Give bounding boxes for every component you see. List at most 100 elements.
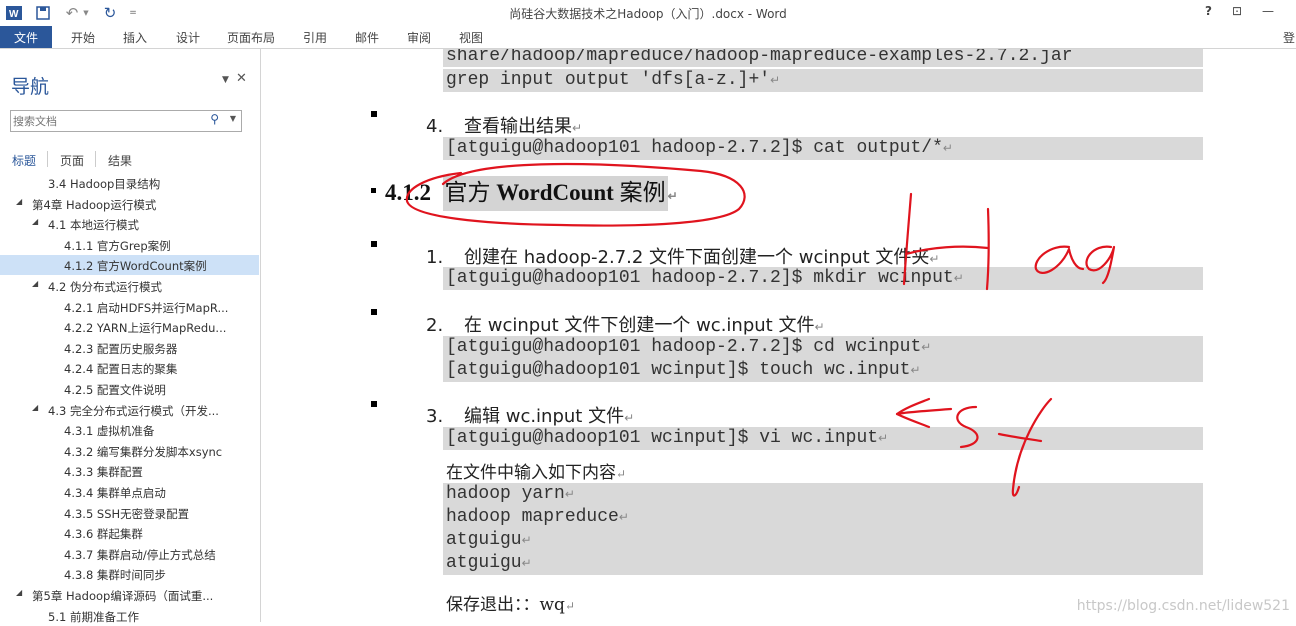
title-bar: W ↶ ▼ ↻ = 尚硅谷大数据技术之Hadoop（入门）.docx - Wor… xyxy=(0,0,1296,26)
search-input[interactable] xyxy=(13,112,203,130)
collapse-icon[interactable]: ◢ xyxy=(32,403,38,412)
ribbon-tabs: 文件 开始 插入 设计 页面布局 引用 邮件 审阅 视图 登 xyxy=(0,26,1296,49)
nav-heading-item[interactable]: ◢ 第5章 Hadoop编译源码（面试重... xyxy=(0,585,259,605)
code-line: [atguigu@hadoop101 wcinput]$ vi wc.input… xyxy=(443,427,1203,450)
paragraph-mark: ↵ xyxy=(910,364,921,378)
tab-headings[interactable]: 标题 xyxy=(12,152,36,169)
nav-heading-item[interactable]: 4.3.3 集群配置 xyxy=(0,461,259,481)
nav-heading-item[interactable]: 4.3.6 群起集群 xyxy=(0,523,259,543)
ribbon-display-button[interactable]: ⊡ xyxy=(1232,4,1242,18)
list-item: 3. 编辑 wc.input 文件↵ xyxy=(426,402,634,428)
code-text: hadoop yarn xyxy=(446,484,565,504)
nav-heading-item[interactable]: 4.3.7 集群启动/停止方式总结 xyxy=(0,544,259,564)
heading-text: 官方 WordCount 案例 xyxy=(442,176,668,211)
list-bullet xyxy=(371,401,377,407)
nav-heading-label: 4.1.2 官方WordCount案例 xyxy=(64,259,207,274)
nav-heading-label: 4.3.3 集群配置 xyxy=(64,465,143,480)
minimize-button[interactable]: — xyxy=(1262,4,1274,18)
navigation-pane: 导航 ▼ ✕ ⚲ ▼ 标题 页面 结果 3.4 Hadoop目录结构 ◢ 第4章 H… xyxy=(0,49,261,624)
tab-home[interactable]: 开始 xyxy=(71,29,95,46)
nav-heading-item[interactable]: ◢ 第4章 Hadoop运行模式 xyxy=(0,194,259,214)
nav-heading-label: 4.1 本地运行模式 xyxy=(48,218,139,233)
ink-arrow-left xyxy=(895,412,931,429)
code-line: [atguigu@hadoop101 hadoop-2.7.2]$ mkdir … xyxy=(443,267,1203,290)
tab-divider xyxy=(95,151,96,167)
nav-heading-item[interactable]: 3.4 Hadoop目录结构 xyxy=(0,173,259,193)
tab-design[interactable]: 设计 xyxy=(176,29,200,46)
tab-file[interactable]: 文件 xyxy=(0,26,52,48)
nav-heading-item[interactable]: 4.3.2 编写集群分发脚本xsync xyxy=(0,441,259,461)
search-icon[interactable]: ⚲ xyxy=(210,112,219,126)
tab-references[interactable]: 引用 xyxy=(303,29,327,46)
tab-review[interactable]: 审阅 xyxy=(407,29,431,46)
nav-heading-item[interactable]: 4.3.5 SSH无密登录配置 xyxy=(0,503,259,523)
heading-post: 案例 xyxy=(619,180,666,205)
nav-heading-item[interactable]: 4.1.2 官方WordCount案例 xyxy=(0,255,259,276)
nav-heading-label: 第4章 Hadoop运行模式 xyxy=(32,197,157,212)
paragraph-mark: ↵ xyxy=(953,272,964,286)
tab-page-layout[interactable]: 页面布局 xyxy=(227,29,275,46)
nav-heading-item[interactable]: 5.1 前期准备工作 xyxy=(0,606,259,626)
nav-heading-label: 4.3.1 虚拟机准备 xyxy=(64,424,155,439)
nav-heading-item[interactable]: 4.2.1 启动HDFS并运行MapR... xyxy=(0,297,259,317)
nav-heading-item[interactable]: ◢ 4.2 伪分布式运行模式 xyxy=(0,276,259,296)
nav-heading-item[interactable]: 4.2.5 配置文件说明 xyxy=(0,379,259,399)
paragraph-mark: ↵ xyxy=(624,411,635,425)
tab-mailings[interactable]: 邮件 xyxy=(355,29,379,46)
nav-heading-item[interactable]: 4.3.8 集群时间同步 xyxy=(0,564,259,584)
paragraph-mark: ↵ xyxy=(618,511,629,525)
collapse-icon[interactable]: ◢ xyxy=(16,588,22,597)
code-line: [atguigu@hadoop101 hadoop-2.7.2]$ cat ou… xyxy=(443,137,1203,160)
nav-heading-label: 4.3.8 集群时间同步 xyxy=(64,568,166,583)
nav-heading-label: 4.3.7 集群启动/停止方式总结 xyxy=(64,547,216,562)
nav-heading-item[interactable]: ◢ 4.1 本地运行模式 xyxy=(0,214,259,234)
window-title: 尚硅谷大数据技术之Hadoop（入门）.docx - Word xyxy=(509,7,787,21)
list-number: 1. xyxy=(426,247,444,268)
nav-heading-label: 4.1.1 官方Grep案例 xyxy=(64,238,171,253)
nav-heading-item[interactable]: 4.3.4 集群单点启动 xyxy=(0,482,259,502)
body-text: 在文件中输入如下内容↵ xyxy=(446,458,626,483)
paragraph-mark: ↵ xyxy=(814,320,825,334)
nav-heading-item[interactable]: ◢ 4.3 完全分布式运行模式（开发... xyxy=(0,400,259,420)
nav-title: 导航 xyxy=(11,76,50,98)
nav-heading-item[interactable]: 4.2.2 YARN上运行MapRedu... xyxy=(0,317,259,337)
code-line: hadoop mapreduce↵ xyxy=(443,506,1203,529)
paragraph-mark: ↵ xyxy=(667,189,678,203)
paragraph-mark: ↵ xyxy=(521,534,532,548)
tab-results[interactable]: 结果 xyxy=(108,152,132,169)
paragraph-mark: ↵ xyxy=(921,341,932,355)
list-item: 1. 创建在 hadoop-2.7.2 文件下面创建一个 wcinput 文件夹↵ xyxy=(426,243,939,269)
list-item: 2. 在 wcinput 文件下创建一个 wc.input 文件↵ xyxy=(426,311,825,337)
nav-options-icon[interactable]: ▼ xyxy=(222,75,229,85)
nav-heading-label: 4.3.6 群起集群 xyxy=(64,527,143,542)
help-button[interactable]: ? xyxy=(1205,4,1212,18)
body-text: 保存退出：：wq↵ xyxy=(446,590,575,615)
list-number: 4. xyxy=(426,116,444,137)
sign-in-link[interactable]: 登 xyxy=(1283,29,1295,46)
nav-heading-label: 5.1 前期准备工作 xyxy=(48,609,139,624)
code-text: [atguigu@hadoop101 wcinput]$ vi wc.input xyxy=(446,428,879,448)
code-line: atguigu↵ xyxy=(443,552,1203,575)
nav-heading-item[interactable]: 4.1.1 官方Grep案例 xyxy=(0,235,259,255)
nav-heading-label: 4.2.1 启动HDFS并运行MapR... xyxy=(64,300,229,315)
tab-pages[interactable]: 页面 xyxy=(60,152,84,169)
collapse-icon[interactable]: ◢ xyxy=(32,217,38,226)
section-heading: 4.1.2 官方 WordCount 案例 ↵ xyxy=(385,173,678,211)
heading-number: 4.1.2 xyxy=(385,180,431,205)
list-text: 编辑 wc.input 文件 xyxy=(464,406,625,427)
code-line: grep input output 'dfs[a-z.]+'↵ xyxy=(443,69,1203,92)
code-line: share/hadoop/mapreduce/hadoop-mapreduce-… xyxy=(443,49,1203,67)
tab-view[interactable]: 视图 xyxy=(459,29,483,46)
document-canvas[interactable]: share/hadoop/mapreduce/hadoop-mapreduce-… xyxy=(261,49,1296,622)
code-text: share/hadoop/mapreduce/hadoop-mapreduce-… xyxy=(446,49,1073,66)
list-item: 4. 查看输出结果↵ xyxy=(426,112,582,138)
nav-close-icon[interactable]: ✕ xyxy=(236,71,247,86)
nav-heading-item[interactable]: 4.2.3 配置历史服务器 xyxy=(0,338,259,358)
collapse-icon[interactable]: ◢ xyxy=(16,197,22,206)
nav-heading-item[interactable]: 4.2.4 配置日志的聚集 xyxy=(0,358,259,378)
code-line: [atguigu@hadoop101 wcinput]$ touch wc.in… xyxy=(443,359,1203,382)
search-dropdown-icon[interactable]: ▼ xyxy=(230,114,236,123)
tab-insert[interactable]: 插入 xyxy=(123,29,147,46)
collapse-icon[interactable]: ◢ xyxy=(32,279,38,288)
nav-heading-item[interactable]: 4.3.1 虚拟机准备 xyxy=(0,420,259,440)
